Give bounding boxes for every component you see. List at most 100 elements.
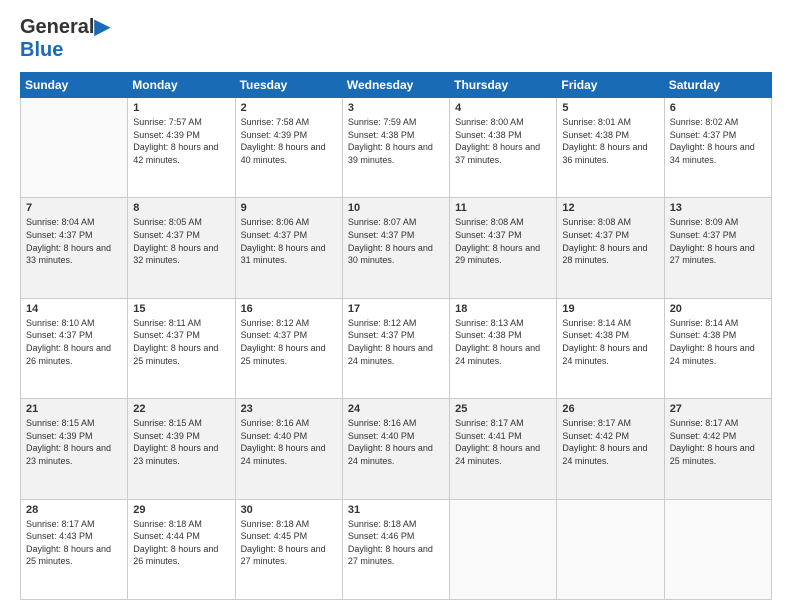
calendar-week-row: 7 Sunrise: 8:04 AMSunset: 4:37 PMDayligh… bbox=[21, 198, 772, 298]
calendar-cell: 21 Sunrise: 8:15 AMSunset: 4:39 PMDaylig… bbox=[21, 399, 128, 499]
cell-info: Sunrise: 8:00 AMSunset: 4:38 PMDaylight:… bbox=[455, 116, 551, 166]
calendar-cell: 26 Sunrise: 8:17 AMSunset: 4:42 PMDaylig… bbox=[557, 399, 664, 499]
day-number: 17 bbox=[348, 303, 444, 315]
day-number: 26 bbox=[562, 403, 658, 415]
calendar-cell: 2 Sunrise: 7:58 AMSunset: 4:39 PMDayligh… bbox=[235, 98, 342, 198]
day-number: 19 bbox=[562, 303, 658, 315]
day-number: 22 bbox=[133, 403, 229, 415]
cell-info: Sunrise: 8:08 AMSunset: 4:37 PMDaylight:… bbox=[562, 216, 658, 266]
day-number: 23 bbox=[241, 403, 337, 415]
calendar-cell: 4 Sunrise: 8:00 AMSunset: 4:38 PMDayligh… bbox=[450, 98, 557, 198]
day-number: 14 bbox=[26, 303, 122, 315]
calendar-day-header: Monday bbox=[128, 73, 235, 98]
cell-info: Sunrise: 7:58 AMSunset: 4:39 PMDaylight:… bbox=[241, 116, 337, 166]
calendar-cell: 30 Sunrise: 8:18 AMSunset: 4:45 PMDaylig… bbox=[235, 499, 342, 599]
day-number: 11 bbox=[455, 202, 551, 214]
day-number: 4 bbox=[455, 102, 551, 114]
calendar-cell: 16 Sunrise: 8:12 AMSunset: 4:37 PMDaylig… bbox=[235, 298, 342, 398]
calendar-cell: 12 Sunrise: 8:08 AMSunset: 4:37 PMDaylig… bbox=[557, 198, 664, 298]
calendar-week-row: 21 Sunrise: 8:15 AMSunset: 4:39 PMDaylig… bbox=[21, 399, 772, 499]
day-number: 5 bbox=[562, 102, 658, 114]
day-number: 20 bbox=[670, 303, 766, 315]
day-number: 16 bbox=[241, 303, 337, 315]
day-number: 21 bbox=[26, 403, 122, 415]
cell-info: Sunrise: 8:17 AMSunset: 4:42 PMDaylight:… bbox=[562, 417, 658, 467]
cell-info: Sunrise: 8:18 AMSunset: 4:46 PMDaylight:… bbox=[348, 518, 444, 568]
day-number: 31 bbox=[348, 504, 444, 516]
cell-info: Sunrise: 8:16 AMSunset: 4:40 PMDaylight:… bbox=[348, 417, 444, 467]
cell-info: Sunrise: 8:18 AMSunset: 4:44 PMDaylight:… bbox=[133, 518, 229, 568]
calendar-cell bbox=[664, 499, 771, 599]
day-number: 28 bbox=[26, 504, 122, 516]
calendar-cell: 31 Sunrise: 8:18 AMSunset: 4:46 PMDaylig… bbox=[342, 499, 449, 599]
cell-info: Sunrise: 8:17 AMSunset: 4:42 PMDaylight:… bbox=[670, 417, 766, 467]
cell-info: Sunrise: 8:15 AMSunset: 4:39 PMDaylight:… bbox=[133, 417, 229, 467]
day-number: 2 bbox=[241, 102, 337, 114]
page: General▶ Blue SundayMondayTuesdayWednesd… bbox=[0, 0, 792, 612]
calendar-cell: 28 Sunrise: 8:17 AMSunset: 4:43 PMDaylig… bbox=[21, 499, 128, 599]
calendar-cell bbox=[557, 499, 664, 599]
calendar-cell: 3 Sunrise: 7:59 AMSunset: 4:38 PMDayligh… bbox=[342, 98, 449, 198]
day-number: 10 bbox=[348, 202, 444, 214]
calendar-day-header: Friday bbox=[557, 73, 664, 98]
calendar-cell: 10 Sunrise: 8:07 AMSunset: 4:37 PMDaylig… bbox=[342, 198, 449, 298]
calendar-day-header: Saturday bbox=[664, 73, 771, 98]
cell-info: Sunrise: 8:16 AMSunset: 4:40 PMDaylight:… bbox=[241, 417, 337, 467]
day-number: 8 bbox=[133, 202, 229, 214]
day-number: 15 bbox=[133, 303, 229, 315]
cell-info: Sunrise: 8:14 AMSunset: 4:38 PMDaylight:… bbox=[562, 317, 658, 367]
calendar-cell: 25 Sunrise: 8:17 AMSunset: 4:41 PMDaylig… bbox=[450, 399, 557, 499]
calendar-cell: 9 Sunrise: 8:06 AMSunset: 4:37 PMDayligh… bbox=[235, 198, 342, 298]
calendar-cell: 6 Sunrise: 8:02 AMSunset: 4:37 PMDayligh… bbox=[664, 98, 771, 198]
calendar-cell bbox=[450, 499, 557, 599]
calendar-cell: 22 Sunrise: 8:15 AMSunset: 4:39 PMDaylig… bbox=[128, 399, 235, 499]
day-number: 7 bbox=[26, 202, 122, 214]
day-number: 18 bbox=[455, 303, 551, 315]
day-number: 1 bbox=[133, 102, 229, 114]
calendar-cell: 7 Sunrise: 8:04 AMSunset: 4:37 PMDayligh… bbox=[21, 198, 128, 298]
cell-info: Sunrise: 7:59 AMSunset: 4:38 PMDaylight:… bbox=[348, 116, 444, 166]
calendar-body: 1 Sunrise: 7:57 AMSunset: 4:39 PMDayligh… bbox=[21, 98, 772, 600]
cell-info: Sunrise: 8:07 AMSunset: 4:37 PMDaylight:… bbox=[348, 216, 444, 266]
cell-info: Sunrise: 8:15 AMSunset: 4:39 PMDaylight:… bbox=[26, 417, 122, 467]
calendar-day-header: Wednesday bbox=[342, 73, 449, 98]
cell-info: Sunrise: 8:05 AMSunset: 4:37 PMDaylight:… bbox=[133, 216, 229, 266]
cell-info: Sunrise: 8:06 AMSunset: 4:37 PMDaylight:… bbox=[241, 216, 337, 266]
day-number: 9 bbox=[241, 202, 337, 214]
day-number: 6 bbox=[670, 102, 766, 114]
calendar-cell: 19 Sunrise: 8:14 AMSunset: 4:38 PMDaylig… bbox=[557, 298, 664, 398]
calendar-cell: 17 Sunrise: 8:12 AMSunset: 4:37 PMDaylig… bbox=[342, 298, 449, 398]
cell-info: Sunrise: 8:12 AMSunset: 4:37 PMDaylight:… bbox=[241, 317, 337, 367]
calendar-day-header: Sunday bbox=[21, 73, 128, 98]
calendar-cell: 24 Sunrise: 8:16 AMSunset: 4:40 PMDaylig… bbox=[342, 399, 449, 499]
calendar-cell: 15 Sunrise: 8:11 AMSunset: 4:37 PMDaylig… bbox=[128, 298, 235, 398]
cell-info: Sunrise: 7:57 AMSunset: 4:39 PMDaylight:… bbox=[133, 116, 229, 166]
calendar-cell: 27 Sunrise: 8:17 AMSunset: 4:42 PMDaylig… bbox=[664, 399, 771, 499]
calendar-week-row: 1 Sunrise: 7:57 AMSunset: 4:39 PMDayligh… bbox=[21, 98, 772, 198]
day-number: 27 bbox=[670, 403, 766, 415]
day-number: 3 bbox=[348, 102, 444, 114]
calendar-cell: 29 Sunrise: 8:18 AMSunset: 4:44 PMDaylig… bbox=[128, 499, 235, 599]
calendar-cell: 8 Sunrise: 8:05 AMSunset: 4:37 PMDayligh… bbox=[128, 198, 235, 298]
cell-info: Sunrise: 8:11 AMSunset: 4:37 PMDaylight:… bbox=[133, 317, 229, 367]
calendar-cell bbox=[21, 98, 128, 198]
day-number: 30 bbox=[241, 504, 337, 516]
cell-info: Sunrise: 8:17 AMSunset: 4:43 PMDaylight:… bbox=[26, 518, 122, 568]
cell-info: Sunrise: 8:08 AMSunset: 4:37 PMDaylight:… bbox=[455, 216, 551, 266]
cell-info: Sunrise: 8:10 AMSunset: 4:37 PMDaylight:… bbox=[26, 317, 122, 367]
cell-info: Sunrise: 8:04 AMSunset: 4:37 PMDaylight:… bbox=[26, 216, 122, 266]
calendar-cell: 20 Sunrise: 8:14 AMSunset: 4:38 PMDaylig… bbox=[664, 298, 771, 398]
calendar-week-row: 28 Sunrise: 8:17 AMSunset: 4:43 PMDaylig… bbox=[21, 499, 772, 599]
day-number: 25 bbox=[455, 403, 551, 415]
calendar-day-header: Tuesday bbox=[235, 73, 342, 98]
calendar-cell: 11 Sunrise: 8:08 AMSunset: 4:37 PMDaylig… bbox=[450, 198, 557, 298]
calendar-cell: 13 Sunrise: 8:09 AMSunset: 4:37 PMDaylig… bbox=[664, 198, 771, 298]
cell-info: Sunrise: 8:02 AMSunset: 4:37 PMDaylight:… bbox=[670, 116, 766, 166]
calendar-cell: 23 Sunrise: 8:16 AMSunset: 4:40 PMDaylig… bbox=[235, 399, 342, 499]
cell-info: Sunrise: 8:09 AMSunset: 4:37 PMDaylight:… bbox=[670, 216, 766, 266]
calendar-cell: 14 Sunrise: 8:10 AMSunset: 4:37 PMDaylig… bbox=[21, 298, 128, 398]
calendar-day-header: Thursday bbox=[450, 73, 557, 98]
header: General▶ Blue bbox=[20, 16, 772, 62]
day-number: 29 bbox=[133, 504, 229, 516]
cell-info: Sunrise: 8:13 AMSunset: 4:38 PMDaylight:… bbox=[455, 317, 551, 367]
